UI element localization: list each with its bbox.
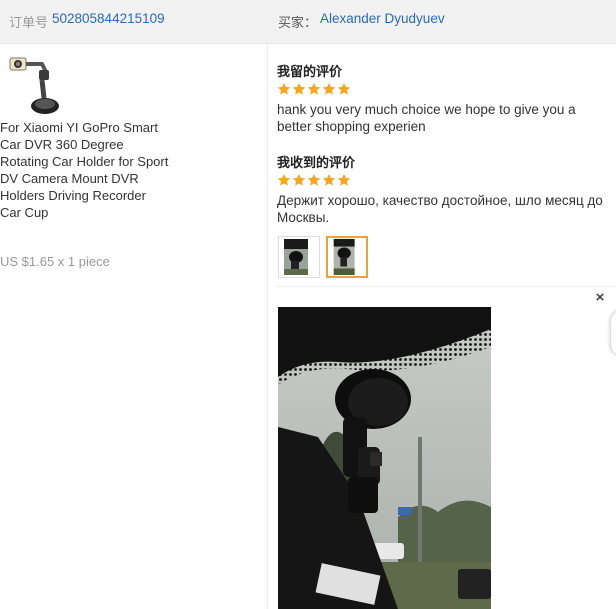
column-divider: [267, 44, 268, 609]
star-icon: [277, 173, 291, 186]
star-icon: [322, 173, 336, 186]
my-review-stars: [277, 82, 351, 96]
star-icon: [322, 82, 336, 95]
buyer-name-link[interactable]: Alexander Dyudyuev: [320, 11, 445, 26]
product-title-link[interactable]: For Xiaomi YI GoPro Smart Car DVR 360 De…: [0, 119, 170, 221]
product-price: US $1.65 x 1 piece: [0, 254, 110, 269]
star-icon: [337, 173, 351, 186]
my-review-text: hank you very much choice we hope to giv…: [277, 102, 576, 134]
my-review-title: 我留的评价: [277, 64, 343, 79]
received-review-title: 我收到的评价: [277, 155, 356, 170]
order-review-page: 订单号 502805844215109 买家： Alexander Dyudyu…: [0, 0, 616, 609]
order-number-label: 订单号: [9, 15, 49, 30]
review-photo-thumbnail[interactable]: [278, 236, 320, 278]
next-photo-arrow-button[interactable]: [611, 311, 616, 355]
viewer-divider: [277, 286, 616, 287]
star-icon: [337, 82, 351, 95]
order-number-link[interactable]: 502805844215109: [52, 11, 165, 26]
review-photo-large: [278, 307, 491, 609]
close-viewer-button[interactable]: ×: [593, 290, 607, 305]
received-review-text: Держит хорошо, качество достойное, шло м…: [277, 193, 603, 225]
star-icon: [307, 173, 321, 186]
received-review-stars: [277, 173, 351, 187]
review-photo-thumbnail-selected[interactable]: [326, 236, 368, 278]
star-icon: [292, 173, 306, 186]
order-header: 订单号 502805844215109 买家： Alexander Dyudyu…: [0, 0, 616, 44]
buyer-label: 买家：: [278, 15, 318, 30]
star-icon: [292, 82, 306, 95]
star-icon: [277, 82, 291, 95]
star-icon: [307, 82, 321, 95]
product-thumbnail[interactable]: [6, 54, 66, 120]
